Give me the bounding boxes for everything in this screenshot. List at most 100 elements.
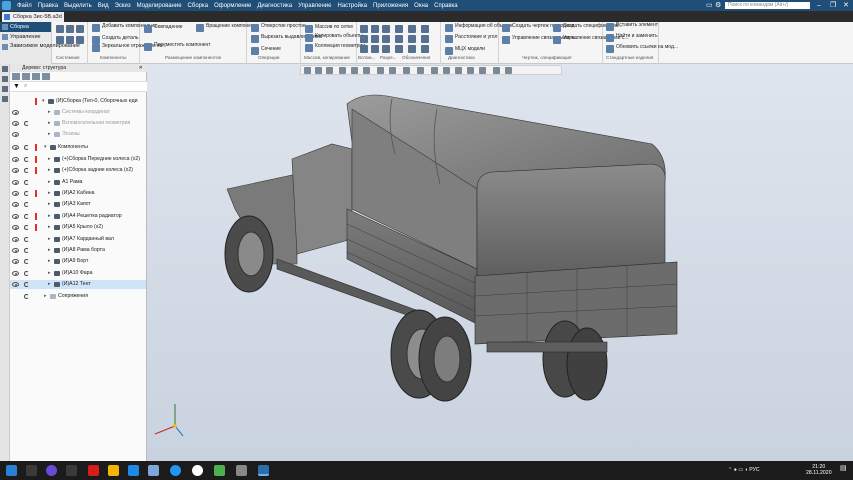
app-gray-icon[interactable] [236, 465, 247, 476]
section-view-icon[interactable] [403, 67, 410, 74]
hide-objects-icon[interactable] [417, 67, 424, 74]
section-button[interactable]: Сечение [251, 46, 281, 55]
coincidence-button[interactable]: Совпадение [144, 24, 183, 33]
zoom-icon[interactable] [326, 67, 333, 74]
object-info-button[interactable]: Информация об объекте [445, 23, 513, 32]
expand-arrow-icon[interactable]: ▸ [44, 292, 47, 301]
angle-dim-icon[interactable] [408, 25, 416, 33]
mode-dependent-modeling[interactable]: Зависимое моделирование [0, 42, 80, 56]
expand-arrow-icon[interactable]: ▸ [48, 269, 51, 278]
parameters-panel-icon[interactable] [2, 76, 8, 82]
explode-icon[interactable] [371, 45, 379, 53]
expand-arrow-icon[interactable]: ▸ [48, 166, 51, 175]
distance-angle-button[interactable]: Расстояние и угол [445, 34, 497, 43]
rotate-component-button[interactable]: Вращение компонента [196, 23, 259, 32]
menu-diagnostics[interactable]: Диагностика [254, 3, 295, 9]
dimension-icon[interactable] [382, 25, 390, 33]
tree-row-aux-geometry[interactable]: ▸ Вспомогательная геометрия [10, 119, 146, 128]
kompas-taskbar-icon[interactable] [258, 465, 269, 476]
save-icon[interactable] [76, 25, 84, 33]
menu-control[interactable]: Управление [295, 3, 334, 9]
cut-view-icon[interactable] [371, 35, 379, 43]
table-icon[interactable] [395, 35, 403, 43]
include-ring-icon[interactable] [24, 271, 29, 276]
tree-row-assembly-root[interactable]: ▾ (И)Сборка (Тел-0, Сборочных еди [10, 97, 146, 106]
mode-assembly[interactable]: Сборка [0, 22, 51, 32]
menu-panel-icon[interactable] [2, 96, 8, 102]
menu-select[interactable]: Выделить [61, 3, 95, 9]
visibility-eye-icon[interactable] [12, 248, 19, 253]
tree-view-history-icon[interactable] [22, 73, 30, 80]
visibility-eye-icon[interactable] [12, 110, 19, 115]
menu-modeling[interactable]: Моделирование [134, 3, 185, 9]
collapse-arrow-icon[interactable]: ▾ [44, 143, 47, 152]
sketch-edit-icon[interactable] [505, 67, 512, 74]
visibility-eye-icon[interactable] [12, 121, 19, 126]
search-icon[interactable] [26, 465, 37, 476]
tree-row-a2-cabin[interactable]: ▸ (И)A2 Кабина [10, 189, 146, 198]
tree-row-mates[interactable]: ▸ Сопряжения [10, 292, 146, 301]
find-replace-button[interactable]: Найти и заменить [606, 33, 658, 42]
include-ring-icon[interactable] [24, 294, 29, 299]
close-icon[interactable]: ✕ [843, 1, 849, 10]
visibility-eye-icon[interactable] [12, 237, 19, 242]
include-ring-icon[interactable] [24, 237, 29, 242]
tree-row-a3-hood[interactable]: ▸ (И)A3 Капот [10, 200, 146, 209]
radial-dim-icon[interactable] [408, 35, 416, 43]
base-icon[interactable] [421, 35, 429, 43]
include-ring-icon[interactable] [24, 121, 29, 126]
tree-row-a10-headlight[interactable]: ▸ (И)A10 Фара [10, 269, 146, 278]
tray-icons[interactable]: ⌃ ● ▭ ◖ РУС [728, 467, 760, 473]
start-windows-icon[interactable] [6, 465, 17, 476]
create-drawing-button[interactable]: Создать чертеж по модели [502, 23, 574, 32]
tree-view-structure-icon[interactable] [12, 73, 20, 80]
visibility-eye-icon[interactable] [12, 225, 19, 230]
print-icon[interactable] [56, 36, 64, 44]
rotate-view-icon[interactable] [351, 67, 358, 74]
include-ring-icon[interactable] [24, 191, 29, 196]
mcc-model-button[interactable]: МЦХ модели [445, 46, 485, 55]
settings-gear-icon[interactable]: ⚙ [715, 1, 721, 10]
filter-funnel-icon[interactable]: ▼ [13, 83, 20, 90]
collapse-arrow-icon[interactable]: ▾ [42, 97, 45, 106]
include-ring-icon[interactable] [24, 168, 29, 173]
orientation-icon[interactable] [363, 67, 370, 74]
yandex-browser-icon[interactable] [192, 465, 203, 476]
visibility-eye-icon[interactable] [12, 202, 19, 207]
pan-icon[interactable] [339, 67, 346, 74]
tree-options-icon[interactable] [42, 73, 50, 80]
menu-assembly[interactable]: Сборка [185, 3, 212, 9]
tree-row-a7-driveshaft[interactable]: ▸ (И)A7 Карданный вал [10, 235, 146, 244]
visibility-eye-icon[interactable] [12, 145, 19, 150]
tree-row-components[interactable]: ▾ Компоненты [10, 143, 146, 152]
cortana-icon[interactable] [46, 465, 57, 476]
menu-edit[interactable]: Правка [35, 3, 61, 9]
tree-row-a12-tent[interactable]: ▸ (И)A12 Тент [10, 280, 146, 289]
undo-icon[interactable] [66, 36, 74, 44]
tree-row-coordinate-systems[interactable]: ▸ Системы координат [10, 108, 146, 117]
include-ring-icon[interactable] [24, 214, 29, 219]
command-search-input[interactable]: Поиск по командам (Alt+/) [725, 2, 810, 9]
menu-view[interactable]: Вид [95, 3, 112, 9]
visibility-eye-icon[interactable] [12, 180, 19, 185]
taskbar-language[interactable]: РУС [749, 467, 759, 473]
expand-arrow-icon[interactable]: ▸ [48, 108, 51, 117]
text-icon[interactable] [395, 25, 403, 33]
taskbar-clock[interactable]: 21:20 28.11.2020 [806, 464, 832, 476]
visibility-eye-icon[interactable] [12, 259, 19, 264]
add-component-button[interactable]: Добавить компонент из... [92, 23, 161, 32]
visibility-eye-icon[interactable] [12, 214, 19, 219]
expand-arrow-icon[interactable]: ▸ [48, 178, 51, 187]
tree-row-a4-radiator[interactable]: ▸ (И)A4 Решетка радиатор [10, 212, 146, 221]
marking-icon[interactable] [421, 25, 429, 33]
file-explorer-icon[interactable] [108, 465, 119, 476]
include-ring-icon[interactable] [24, 282, 29, 287]
expand-arrow-icon[interactable]: ▸ [48, 212, 51, 221]
new-document-icon[interactable] [56, 25, 64, 33]
include-ring-icon[interactable] [24, 225, 29, 230]
tree-row-a1-frame[interactable]: ▸ A1 Рама [10, 178, 146, 187]
update-links-button[interactable]: Обновить ссылки на мод... [606, 44, 678, 53]
manage-linked-drawings-button[interactable]: Управление связанными ч... [502, 35, 578, 44]
display-mode-icon[interactable] [377, 67, 384, 74]
hole-button[interactable]: Отверстие простое [251, 23, 306, 32]
